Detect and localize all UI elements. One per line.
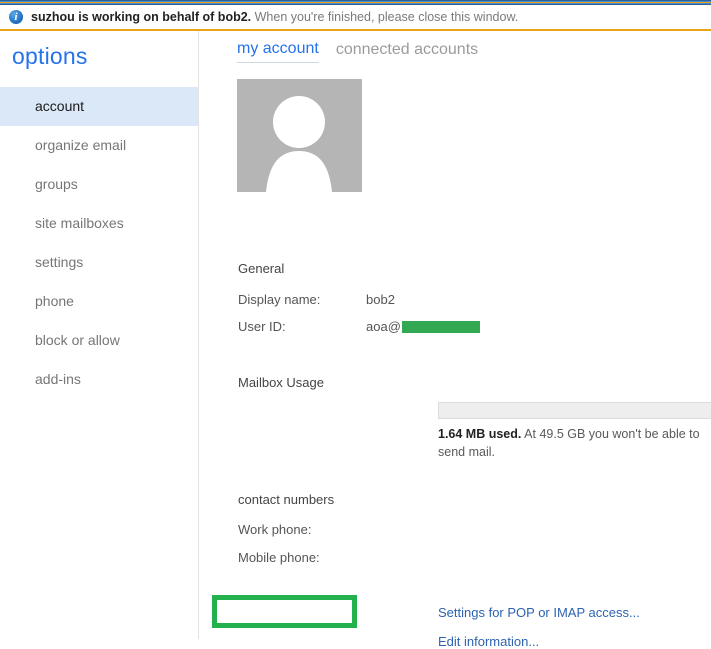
user-id-redaction-bar	[401, 320, 480, 333]
mobile-phone-label: Mobile phone:	[238, 550, 320, 565]
display-name-value: bob2	[366, 292, 395, 307]
delegate-banner-rest: When you're finished, please close this …	[251, 10, 519, 24]
mailbox-usage-heading: Mailbox Usage	[238, 375, 324, 390]
sidebar-item-organize-email[interactable]: organize email	[0, 126, 198, 165]
app-shell: options account organize email groups si…	[0, 31, 711, 649]
info-icon: i	[9, 10, 23, 24]
page-title: options	[12, 43, 88, 69]
pop-imap-settings-link[interactable]: Settings for POP or IMAP access...	[438, 605, 640, 620]
delegate-banner: i suzhou is working on behalf of bob2. W…	[0, 5, 711, 29]
work-phone-label: Work phone:	[238, 522, 312, 537]
mailbox-usage-text: 1.64 MB used. At 49.5 GB you won't be ab…	[438, 425, 711, 461]
contact-numbers-heading: contact numbers	[238, 492, 335, 507]
account-tabs: my account connected accounts	[200, 31, 711, 63]
mailbox-used-amount: 1.64 MB used.	[438, 427, 522, 441]
user-id-text: aoa@	[366, 319, 401, 334]
sidebar-item-phone[interactable]: phone	[0, 282, 198, 321]
user-id-value: aoa@	[366, 319, 480, 334]
avatar[interactable]	[237, 79, 362, 192]
options-sidebar: options account organize email groups si…	[0, 31, 199, 639]
sidebar-item-site-mailboxes[interactable]: site mailboxes	[0, 204, 198, 243]
mailbox-usage-progress-bar	[438, 402, 711, 419]
account-main-pane: my account connected accounts General Di…	[200, 31, 711, 649]
sidebar-item-block-or-allow[interactable]: block or allow	[0, 321, 198, 360]
edit-information-link[interactable]: Edit information...	[438, 634, 539, 649]
tab-my-account[interactable]: my account	[237, 40, 319, 63]
sidebar-item-account[interactable]: account	[0, 87, 198, 126]
sidebar-item-add-ins[interactable]: add-ins	[0, 360, 198, 399]
user-id-label: User ID:	[238, 319, 286, 334]
user-silhouette-icon	[266, 96, 332, 192]
sidebar-item-settings[interactable]: settings	[0, 243, 198, 282]
display-name-label: Display name:	[238, 292, 321, 307]
delegate-banner-bold: suzhou is working on behalf of bob2.	[31, 10, 252, 24]
tab-connected-accounts[interactable]: connected accounts	[336, 41, 478, 63]
sidebar-nav: account organize email groups site mailb…	[0, 87, 198, 399]
delegate-banner-text: suzhou is working on behalf of bob2. Whe…	[31, 10, 518, 24]
general-heading: General	[238, 261, 285, 276]
sidebar-item-groups[interactable]: groups	[0, 165, 198, 204]
